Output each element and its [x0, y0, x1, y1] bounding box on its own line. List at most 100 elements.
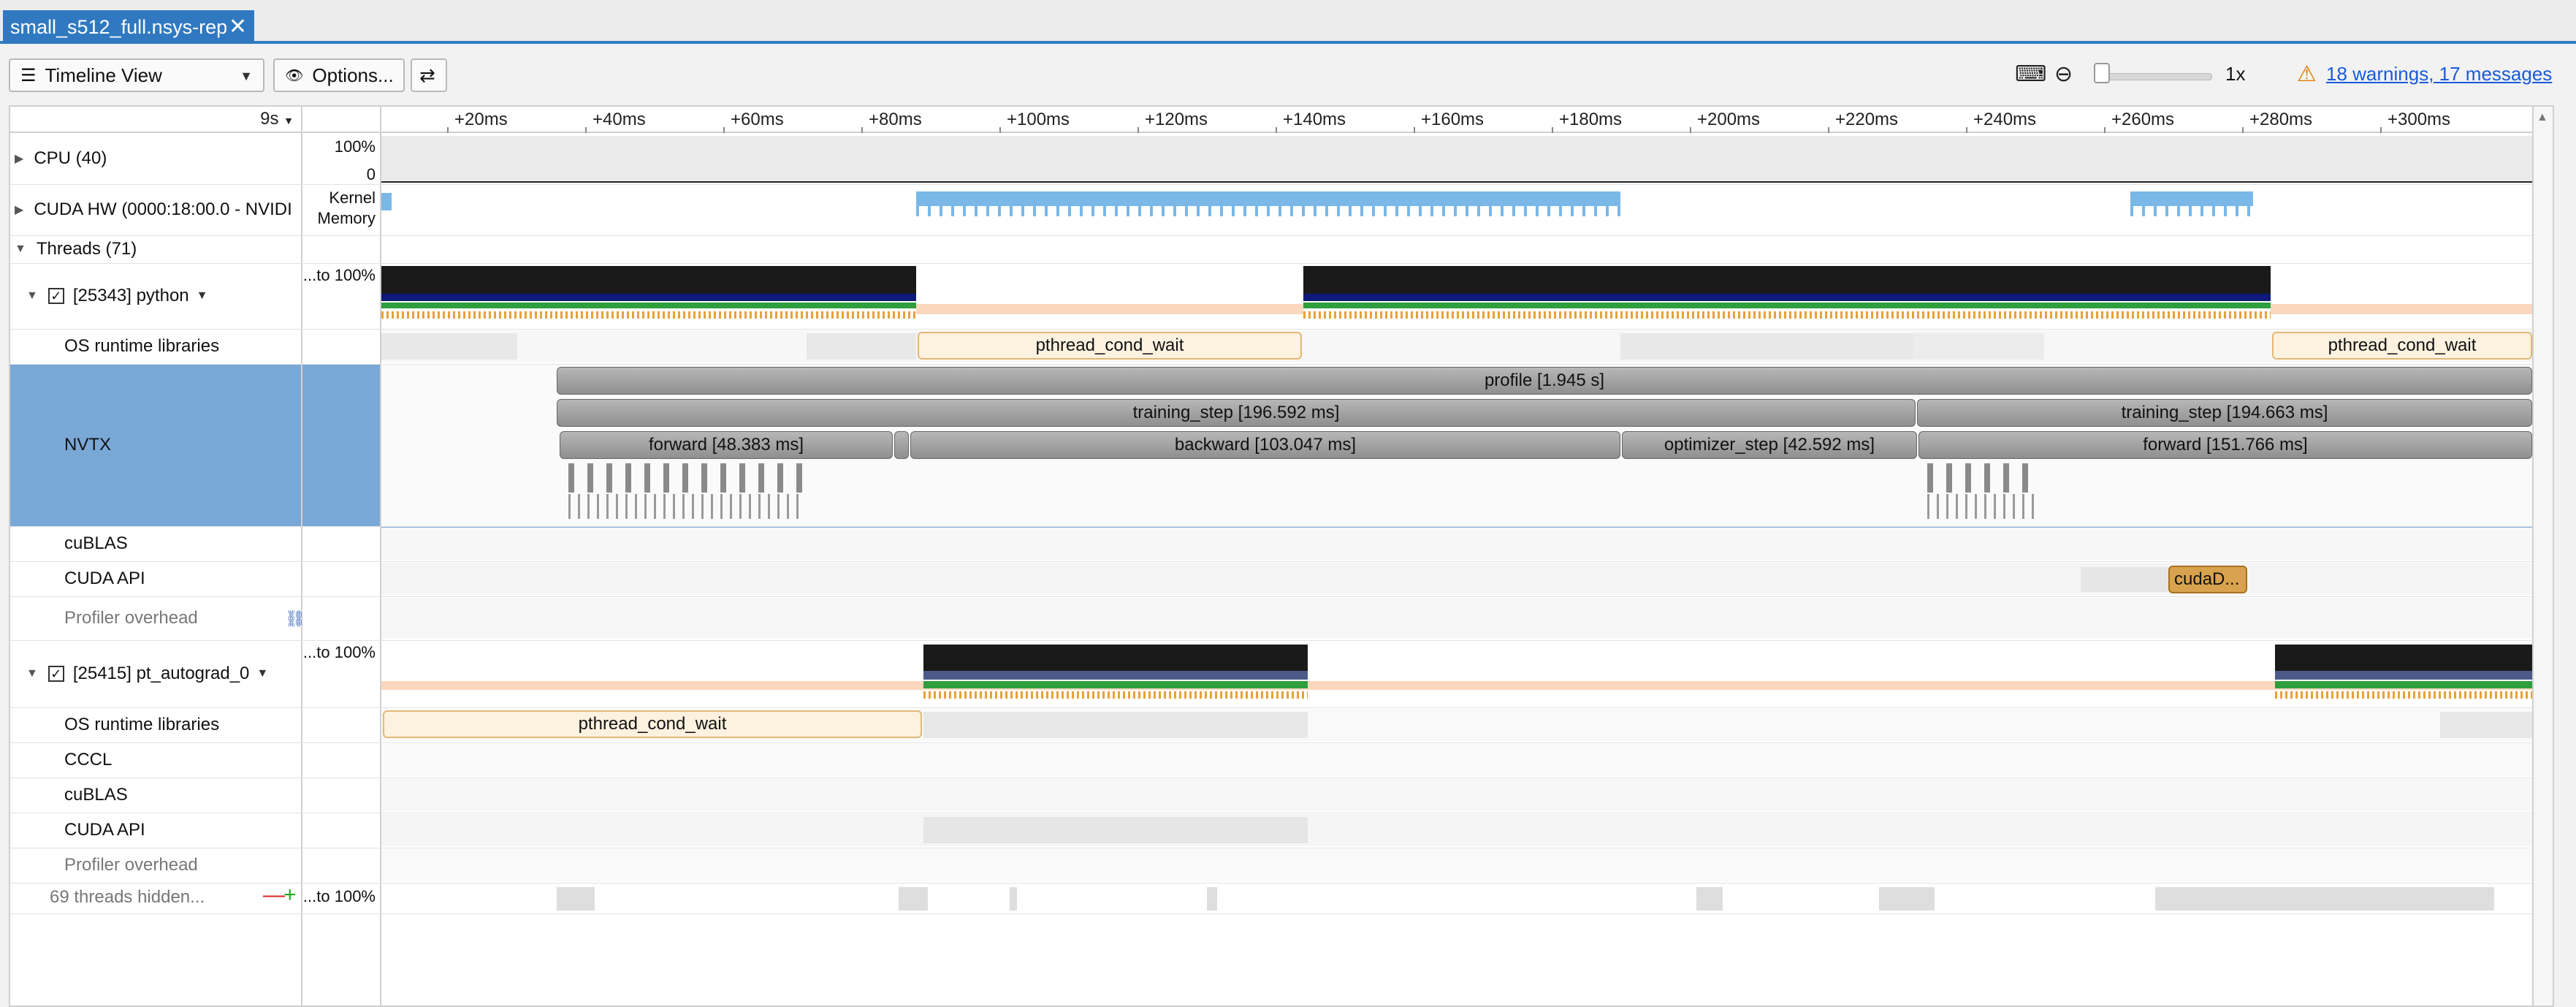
chevron-down-icon[interactable]: ▼ — [197, 289, 208, 303]
options-button[interactable]: 👁 Options... — [273, 58, 405, 92]
os-runtime-activity[interactable] — [923, 712, 1308, 738]
thread-activity[interactable] — [2275, 691, 2532, 699]
nvtx-range-forward[interactable]: forward [48.383 ms] — [560, 431, 893, 459]
thread-activity[interactable] — [381, 311, 916, 319]
chevron-down-icon[interactable]: ▼ — [256, 667, 268, 680]
row-os-runtime-2[interactable]: OS runtime libraries — [10, 707, 219, 742]
nvtx-range-profile[interactable]: profile [1.945 s] — [557, 367, 2532, 395]
row-hidden-threads[interactable]: 69 threads hidden... — [10, 883, 205, 912]
row-cccl[interactable]: CCCL — [10, 742, 112, 778]
nvtx-range-forward[interactable]: forward [151.766 ms] — [1918, 431, 2532, 459]
kernel-activity[interactable] — [2130, 191, 2253, 206]
swap-button[interactable]: ⇄ — [411, 58, 447, 92]
cuda-api-call[interactable]: cudaD... — [2168, 566, 2247, 593]
collapse-arrow-icon[interactable]: ▼ — [26, 667, 38, 680]
thread-activity[interactable] — [1303, 294, 2271, 301]
row-cublas[interactable]: cuBLAS — [10, 526, 128, 561]
kernel-activity[interactable] — [381, 193, 392, 210]
os-runtime-activity[interactable] — [1913, 333, 2044, 360]
zoom-slider-handle[interactable] — [2094, 63, 2110, 83]
kernel-activity[interactable] — [916, 191, 1620, 206]
os-runtime-event-pthread[interactable]: pthread_cond_wait — [383, 710, 922, 738]
row-cublas-2[interactable]: cuBLAS — [10, 778, 128, 813]
row-thread-python[interactable]: ▼ ✓ [25343] python ▼ — [10, 263, 208, 329]
scroll-up-icon[interactable]: ▲ — [2537, 111, 2548, 124]
close-icon[interactable]: ✕ — [229, 16, 247, 38]
row-profiler-overhead-2[interactable]: Profiler overhead — [10, 848, 198, 883]
thread-activity[interactable] — [923, 691, 1308, 699]
collapse-arrow-icon[interactable]: ▼ — [15, 243, 26, 256]
y-axis-column: 100% 0 Kernel Memory ...to 100% ...to 10… — [302, 107, 381, 1006]
plus-icon[interactable]: + — [283, 883, 297, 908]
thread-activity[interactable] — [1303, 311, 2271, 319]
nvtx-nested-ranges[interactable] — [1927, 463, 2037, 493]
nsight-systems-window: small_s512_full.nsys-rep ✕ ☰ Timeline Vi… — [0, 0, 2576, 1007]
expand-arrow-icon[interactable]: ▶ — [15, 151, 23, 166]
row-thread-autograd[interactable]: ▼ ✓ [25415] pt_autograd_0 ▼ — [10, 640, 268, 707]
os-runtime-event-pthread[interactable]: pthread_cond_wait — [918, 332, 1302, 360]
memory-activity[interactable] — [916, 206, 1620, 216]
thread-activity[interactable] — [381, 266, 916, 294]
collapse-arrow-icon[interactable]: ▼ — [26, 289, 38, 303]
nvtx-range-small[interactable] — [894, 431, 909, 459]
os-runtime-event-pthread[interactable]: pthread_cond_wait — [2272, 332, 2532, 360]
nvtx-range-backward[interactable]: backward [103.047 ms] — [910, 431, 1620, 459]
row-profiler-overhead[interactable]: Profiler overhead — [10, 596, 198, 640]
thread-activity[interactable] — [923, 645, 1308, 671]
zoom-slider[interactable] — [2101, 73, 2212, 80]
os-runtime-activity[interactable] — [807, 333, 916, 360]
thread-activity[interactable] — [1303, 266, 2271, 294]
nvtx-nested-ranges[interactable] — [568, 494, 805, 519]
cuda-api-activity[interactable] — [923, 817, 1308, 843]
nvtx-range-optimizer-step[interactable]: optimizer_step [42.592 ms] — [1622, 431, 1917, 459]
hidden-threads-activity[interactable] — [1207, 887, 1217, 911]
hidden-threads-activity[interactable] — [1879, 887, 1935, 911]
thread-checkbox[interactable]: ✓ — [47, 288, 64, 304]
nvtx-range-training-step[interactable]: training_step [196.592 ms] — [557, 399, 1916, 427]
range-selector[interactable]: 9s ▼ — [10, 107, 301, 133]
thread-activity[interactable] — [381, 303, 916, 308]
timeline-area[interactable]: +20ms +40ms +60ms +80ms +100ms +120ms +140ms +1… — [381, 107, 2532, 1006]
memory-activity[interactable] — [2130, 206, 2253, 216]
vertical-scrollbar[interactable]: ▲ — [2532, 107, 2553, 1006]
row-threads[interactable]: ▼ Threads (71) — [10, 235, 137, 263]
row-cpu[interactable]: ▶ CPU (40) — [10, 133, 107, 184]
tab-report[interactable]: small_s512_full.nsys-rep ✕ — [3, 10, 254, 44]
thread-activity[interactable] — [381, 681, 2532, 690]
hidden-threads-activity[interactable] — [2155, 887, 2494, 911]
hidden-threads-activity[interactable] — [899, 887, 928, 911]
time-ruler[interactable]: +20ms +40ms +60ms +80ms +100ms +120ms +140ms +1… — [381, 107, 2532, 133]
minus-icon[interactable]: — — [263, 883, 285, 908]
thread-activity[interactable] — [1303, 303, 2271, 308]
os-runtime-activity[interactable] — [1620, 333, 1913, 360]
thread-activity[interactable] — [381, 294, 916, 301]
row-cuda-api[interactable]: CUDA API — [10, 561, 145, 596]
os-runtime-activity[interactable] — [2440, 712, 2532, 738]
cuda-api-activity[interactable] — [2081, 567, 2168, 592]
keyboard-icon[interactable]: ⌨ — [2015, 61, 2046, 87]
nvtx-nested-ranges[interactable] — [568, 463, 805, 493]
hidden-threads-activity[interactable] — [1696, 887, 1723, 911]
thread-checkbox[interactable]: ✓ — [47, 666, 64, 682]
nvtx-nested-ranges[interactable] — [1927, 494, 2037, 519]
row-cuda-hw[interactable]: ▶ CUDA HW (0000:18:00.0 - NVIDI — [10, 184, 305, 235]
nvtx-range-training-step[interactable]: training_step [194.663 ms] — [1917, 399, 2532, 427]
thread-activity[interactable] — [2275, 681, 2532, 688]
thread-activity[interactable] — [923, 681, 1308, 688]
hidden-threads-activity[interactable] — [1010, 887, 1017, 911]
thread-activity[interactable] — [923, 671, 1308, 680]
row-os-runtime[interactable]: OS runtime libraries — [10, 329, 219, 364]
hidden-threads-activity[interactable] — [557, 887, 595, 911]
os-runtime-activity[interactable] — [381, 333, 517, 360]
zoom-out-icon[interactable]: ⊖ — [2054, 61, 2073, 87]
row-cuda-api-2[interactable]: CUDA API — [10, 813, 145, 848]
thread-activity[interactable] — [2275, 645, 2532, 671]
thread-activity[interactable] — [2275, 671, 2532, 680]
thread-activity[interactable] — [916, 304, 1303, 314]
ruler-tick-label: +260ms — [2111, 110, 2175, 129]
warnings-link[interactable]: 18 warnings, 17 messages — [2326, 63, 2552, 86]
thread-activity[interactable] — [2271, 304, 2532, 314]
row-nvtx[interactable]: NVTX — [10, 364, 111, 526]
view-selector[interactable]: ☰ Timeline View ▼ — [9, 58, 264, 92]
expand-arrow-icon[interactable]: ▶ — [15, 202, 23, 217]
